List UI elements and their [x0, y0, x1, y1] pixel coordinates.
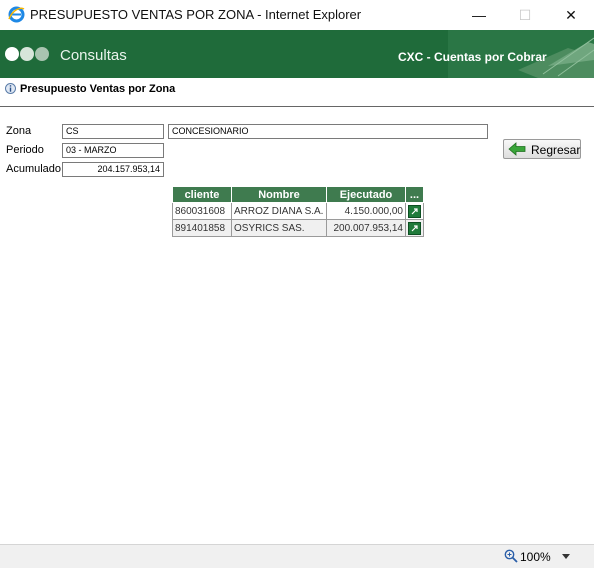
- module-title: CXC - Cuentas por Cobrar: [398, 50, 547, 64]
- minimize-button[interactable]: —: [456, 0, 502, 30]
- app-header: Consultas CXC - Cuentas por Cobrar: [0, 30, 594, 78]
- open-detail-icon[interactable]: [408, 204, 421, 218]
- header-dot-icon: [20, 47, 34, 61]
- results-table: cliente Nombre Ejecutado ... 860031608 A…: [172, 186, 424, 237]
- cell-cliente: 891401858: [172, 219, 232, 237]
- header-dot-icon: [5, 47, 19, 61]
- info-icon: [5, 83, 16, 94]
- cell-action: [405, 202, 424, 220]
- header-title: Consultas: [60, 47, 127, 64]
- divider: [0, 106, 594, 107]
- zoom-icon[interactable]: [504, 549, 518, 563]
- cell-ejecutado: 4.150.000,00: [326, 202, 406, 220]
- zona-label: Zona: [6, 125, 32, 137]
- zona-name-field[interactable]: CONCESIONARIO: [168, 124, 488, 139]
- table-row[interactable]: 860031608 ARROZ DIANA S.A. 4.150.000,00: [172, 202, 424, 220]
- open-detail-icon[interactable]: [408, 221, 421, 235]
- close-button[interactable]: ✕: [548, 0, 594, 30]
- window-titlebar: PRESUPUESTO VENTAS POR ZONA - Internet E…: [0, 0, 594, 30]
- back-button-label: Regresar: [531, 143, 581, 157]
- cell-action: [405, 219, 424, 237]
- page-title: Presupuesto Ventas por Zona: [20, 83, 176, 95]
- column-header-nombre[interactable]: Nombre: [231, 186, 327, 203]
- zoom-level[interactable]: 100%: [520, 550, 551, 564]
- zoom-dropdown-chevron-down-icon[interactable]: [562, 554, 570, 559]
- cell-ejecutado: 200.007.953,14: [326, 219, 406, 237]
- internet-explorer-icon: [8, 6, 25, 23]
- cell-cliente: 860031608: [172, 202, 232, 220]
- window-title: PRESUPUESTO VENTAS POR ZONA - Internet E…: [30, 7, 362, 22]
- column-header-cliente[interactable]: cliente: [172, 186, 232, 203]
- column-header-actions: ...: [405, 186, 424, 203]
- acumulado-label: Acumulado: [6, 163, 62, 175]
- column-header-ejecutado[interactable]: Ejecutado: [326, 186, 406, 203]
- cell-nombre: ARROZ DIANA S.A.: [231, 202, 327, 220]
- arrow-left-icon: [508, 142, 526, 156]
- table-header-row: cliente Nombre Ejecutado ...: [172, 186, 424, 203]
- back-button[interactable]: Regresar: [503, 139, 581, 159]
- maximize-button[interactable]: ☐: [502, 0, 548, 30]
- status-bar: 100%: [0, 544, 594, 568]
- header-dot-icon: [35, 47, 49, 61]
- cell-nombre: OSYRICS SAS.: [231, 219, 327, 237]
- periodo-label: Periodo: [6, 144, 44, 156]
- acumulado-field[interactable]: 204.157.953,14: [62, 162, 164, 177]
- zona-code-field[interactable]: CS: [62, 124, 164, 139]
- periodo-field[interactable]: 03 - MARZO: [62, 143, 164, 158]
- table-row[interactable]: 891401858 OSYRICS SAS. 200.007.953,14: [172, 219, 424, 237]
